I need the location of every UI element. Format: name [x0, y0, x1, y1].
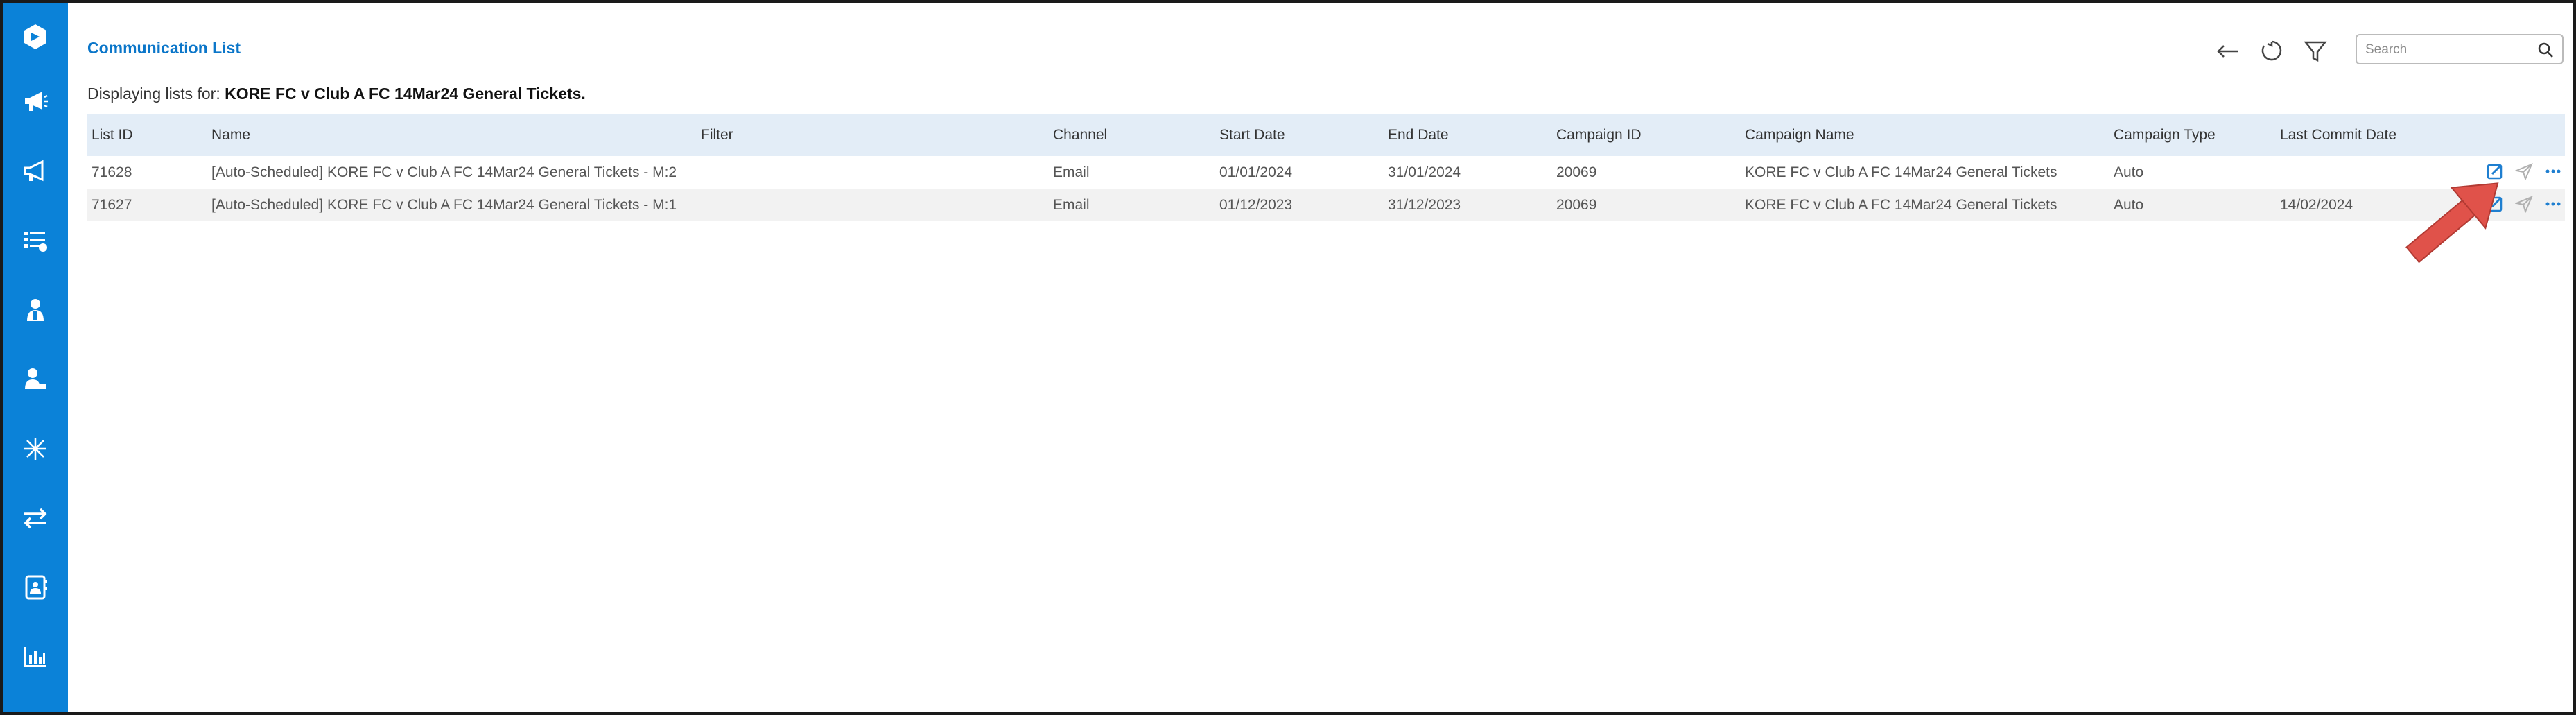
search-box[interactable]: [2356, 34, 2564, 64]
megaphone-outline-icon[interactable]: [18, 154, 53, 189]
list-context-prefix: Displaying lists for:: [87, 85, 220, 103]
contact-card-icon[interactable]: [18, 570, 53, 605]
search-icon[interactable]: [2537, 42, 2554, 58]
col-channel[interactable]: Channel: [1049, 114, 1215, 156]
user-icon[interactable]: [18, 293, 53, 327]
col-campaign-name[interactable]: Campaign Name: [1741, 114, 2109, 156]
table-row[interactable]: 71627 [Auto-Scheduled] KORE FC v Club A …: [87, 189, 2565, 221]
more-icon[interactable]: [2541, 195, 2562, 216]
cell-list-id: 71627: [87, 189, 207, 221]
cell-end-date: 31/12/2023: [1384, 189, 1552, 221]
cell-campaign-name: KORE FC v Club A FC 14Mar24 General Tick…: [1741, 189, 2109, 221]
cell-channel: Email: [1049, 189, 1215, 221]
cell-name: [Auto-Scheduled] KORE FC v Club A FC 14M…: [207, 189, 697, 221]
list-context-name: KORE FC v Club A FC 14Mar24 General Tick…: [225, 85, 586, 103]
sidebar: [3, 3, 68, 712]
page-title: Communication List: [87, 39, 241, 57]
col-end-date[interactable]: End Date: [1384, 114, 1552, 156]
filter-icon[interactable]: [2300, 36, 2331, 67]
col-filter[interactable]: Filter: [697, 114, 1049, 156]
col-start-date[interactable]: Start Date: [1215, 114, 1384, 156]
user-desk-icon[interactable]: [18, 362, 53, 397]
table-header: List ID Name Filter Channel Start Date E…: [87, 114, 2565, 156]
cell-campaign-id: 20069: [1552, 156, 1741, 189]
col-list-id[interactable]: List ID: [87, 114, 207, 156]
cell-campaign-type: Auto: [2109, 156, 2276, 189]
annotation-arrow-icon: [2405, 182, 2499, 264]
more-icon[interactable]: [2541, 162, 2562, 183]
list-context: Displaying lists for: KORE FC v Club A F…: [87, 85, 586, 103]
search-input[interactable]: [2364, 41, 2533, 59]
cell-list-id: 71628: [87, 156, 207, 189]
network-icon[interactable]: [18, 431, 53, 466]
cell-campaign-type: Auto: [2109, 189, 2276, 221]
main-content: Communication List Displaying lists for:…: [68, 3, 2573, 712]
cell-filter: [697, 189, 1049, 221]
bar-chart-icon[interactable]: [18, 639, 53, 674]
refresh-icon[interactable]: [2256, 36, 2287, 67]
communication-table: List ID Name Filter Channel Start Date E…: [87, 114, 2565, 221]
cell-name: [Auto-Scheduled] KORE FC v Club A FC 14M…: [207, 156, 697, 189]
megaphone-icon[interactable]: [18, 84, 53, 119]
cell-campaign-id: 20069: [1552, 189, 1741, 221]
cell-start-date: 01/12/2023: [1215, 189, 1384, 221]
back-arrow-icon[interactable]: [2213, 36, 2243, 67]
col-campaign-id[interactable]: Campaign ID: [1552, 114, 1741, 156]
list-icon[interactable]: [18, 223, 53, 258]
col-last-commit-date[interactable]: Last Commit Date: [2276, 114, 2442, 156]
col-actions: [2442, 114, 2565, 156]
col-name[interactable]: Name: [207, 114, 697, 156]
col-campaign-type[interactable]: Campaign Type: [2109, 114, 2276, 156]
cell-end-date: 31/01/2024: [1384, 156, 1552, 189]
logo-icon[interactable]: [18, 19, 53, 54]
cell-start-date: 01/01/2024: [1215, 156, 1384, 189]
swap-icon[interactable]: [18, 501, 53, 535]
table-row[interactable]: 71628 [Auto-Scheduled] KORE FC v Club A …: [87, 156, 2565, 189]
cell-channel: Email: [1049, 156, 1215, 189]
cell-filter: [697, 156, 1049, 189]
app-window: Communication List Displaying lists for:…: [0, 0, 2576, 715]
cell-campaign-name: KORE FC v Club A FC 14Mar24 General Tick…: [1741, 156, 2109, 189]
